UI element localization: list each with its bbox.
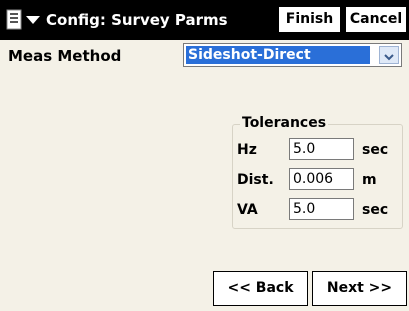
finish-button[interactable]: Finish: [278, 6, 341, 33]
meas-method-select[interactable]: Sideshot-Direct: [183, 43, 402, 67]
dist-label: Dist.: [237, 172, 274, 188]
dist-input[interactable]: [289, 168, 354, 190]
va-label: VA: [237, 202, 258, 218]
menu-dropdown-button[interactable]: [4, 6, 44, 34]
hz-unit: sec: [362, 142, 389, 158]
meas-method-label: Meas Method: [8, 47, 122, 65]
next-button[interactable]: Next >>: [312, 271, 407, 306]
tolerances-title: Tolerances: [240, 114, 329, 132]
hz-label: Hz: [237, 142, 257, 158]
title-bar: Config: Survey Parms Finish Cancel: [0, 0, 409, 40]
va-input[interactable]: [289, 198, 354, 220]
dropdown-arrow-button[interactable]: [379, 46, 399, 64]
dist-unit: m: [362, 172, 377, 188]
chevron-down-icon: [384, 46, 394, 65]
meas-method-selected-value: Sideshot-Direct: [186, 46, 370, 64]
va-unit: sec: [362, 202, 389, 218]
menu-dropdown-icon: [4, 8, 42, 32]
hz-input[interactable]: [289, 138, 354, 160]
window-title: Config: Survey Parms: [46, 11, 228, 29]
back-button[interactable]: << Back: [213, 271, 308, 306]
cancel-button[interactable]: Cancel: [345, 6, 407, 33]
